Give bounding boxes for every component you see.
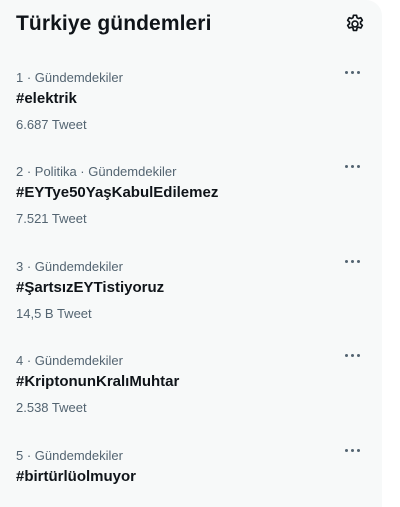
trend-tweet-count: 6.687 Tweet — [16, 117, 87, 132]
more-horizontal-icon[interactable] — [342, 253, 362, 269]
more-horizontal-icon[interactable] — [342, 64, 362, 80]
trend-meta: 5 · Gündemdekiler — [16, 448, 123, 463]
trends-header: Türkiye gündemleri — [16, 10, 366, 44]
trend-item-5[interactable]: 5 · Gündemdekiler #birtürlüolmuyor — [0, 448, 382, 507]
panel-title: Türkiye gündemleri — [16, 12, 212, 35]
trend-meta: 3 · Gündemdekiler — [16, 259, 123, 274]
trend-tweet-count: 7.521 Tweet — [16, 211, 87, 226]
gear-icon[interactable] — [344, 13, 366, 35]
more-horizontal-icon[interactable] — [342, 442, 362, 458]
trend-tweet-count: 2.538 Tweet — [16, 400, 87, 415]
trends-panel: Türkiye gündemleri 1 · Gündemdekiler #el… — [0, 0, 382, 507]
more-horizontal-icon[interactable] — [342, 158, 362, 174]
trend-item-3[interactable]: 3 · Gündemdekiler #ŞartsızEYTistiyoruz 1… — [0, 259, 382, 353]
trend-name: #birtürlüolmuyor — [16, 468, 137, 485]
trend-tweet-count: 14,5 B Tweet — [16, 306, 92, 321]
trend-name: #ŞartsızEYTistiyoruz — [16, 279, 165, 296]
trend-item-4[interactable]: 4 · Gündemdekiler #KriptonunKralıMuhtar … — [0, 353, 382, 447]
trend-name: #elektrik — [16, 90, 77, 107]
trend-meta: 1 · Gündemdekiler — [16, 70, 123, 85]
trend-item-1[interactable]: 1 · Gündemdekiler #elektrik 6.687 Tweet — [0, 70, 382, 164]
trend-name: #KriptonunKralıMuhtar — [16, 373, 180, 390]
trend-item-2[interactable]: 2 · Politika · Gündemdekiler #EYTye50Yaş… — [0, 164, 382, 258]
trend-name: #EYTye50YaşKabulEdilemez — [16, 184, 219, 201]
trend-meta: 4 · Gündemdekiler — [16, 353, 123, 368]
trend-meta: 2 · Politika · Gündemdekiler — [16, 164, 177, 179]
more-horizontal-icon[interactable] — [342, 347, 362, 363]
